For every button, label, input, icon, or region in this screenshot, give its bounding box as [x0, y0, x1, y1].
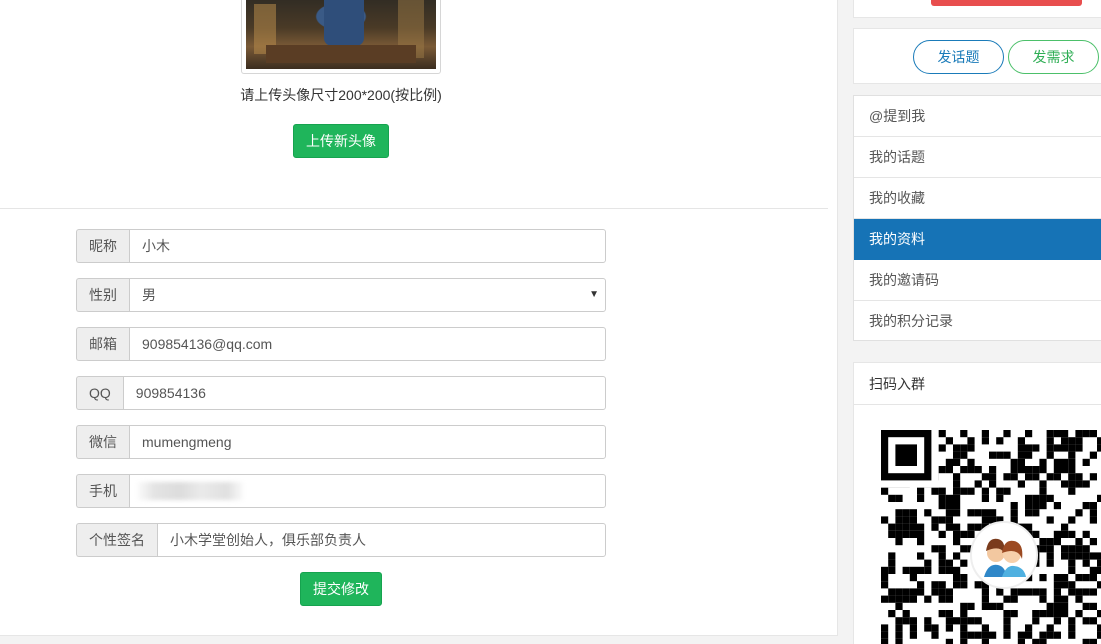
email-label: 邮箱 [76, 327, 129, 361]
qr-title: 扫码入群 [854, 363, 1101, 405]
email-row: 邮箱 909854136@qq.com [76, 327, 606, 361]
qq-label: QQ [76, 376, 123, 410]
red-action-button[interactable] [931, 0, 1082, 6]
nickname-label: 昵称 [76, 229, 129, 263]
avatar-image [246, 0, 436, 69]
phone-input[interactable] [129, 474, 606, 508]
signature-row: 个性签名 小木学堂创始人，俱乐部负责人 [76, 523, 606, 557]
sidebar-item-invite-code[interactable]: 我的邀请码 [854, 260, 1101, 301]
gender-row: 性别 男 ▼ [76, 278, 606, 312]
wechat-input[interactable]: mumengmeng [129, 425, 606, 459]
signature-input[interactable]: 小木学堂创始人，俱乐部负责人 [157, 523, 606, 557]
submit-changes-button[interactable]: 提交修改 [300, 572, 382, 606]
nickname-input[interactable]: 小木 [129, 229, 606, 263]
upload-avatar-button[interactable]: 上传新头像 [293, 124, 389, 158]
sidebar-item-my-profile[interactable]: 我的资料 [854, 219, 1101, 260]
sidebar-actions: 发话题 发需求 [853, 28, 1101, 84]
gender-value: 男 [142, 287, 156, 303]
group-avatar-icon [970, 521, 1038, 589]
gender-label: 性别 [76, 278, 129, 312]
redacted-mask [138, 482, 243, 500]
post-demand-button[interactable]: 发需求 [1008, 40, 1099, 74]
avatar-size-hint: 请上传头像尺寸200*200(按比例) [240, 87, 442, 103]
sidebar-item-my-favorites[interactable]: 我的收藏 [854, 178, 1101, 219]
qq-row: QQ 909854136 [76, 376, 606, 410]
phone-label: 手机 [76, 474, 129, 508]
phone-row: 手机 [76, 474, 606, 508]
wechat-row: 微信 mumengmeng [76, 425, 606, 459]
sidebar-item-my-topics[interactable]: 我的话题 [854, 137, 1101, 178]
avatar-preview [241, 0, 441, 74]
sidebar-menu: @提到我 我的话题 我的收藏 我的资料 我的邀请码 我的积分记录 [853, 95, 1101, 341]
qq-input[interactable]: 909854136 [122, 376, 606, 410]
sidebar-top-card [853, 0, 1101, 18]
qr-card: 扫码入群 [853, 362, 1101, 644]
profile-panel: 请上传头像尺寸200*200(按比例) 上传新头像 昵称 小木 性别 男 ▼ 邮… [0, 0, 838, 636]
sidebar-item-mentions[interactable]: @提到我 [854, 96, 1101, 137]
email-input[interactable]: 909854136@qq.com [129, 327, 606, 361]
wechat-label: 微信 [76, 425, 129, 459]
post-topic-button[interactable]: 发话题 [913, 40, 1004, 74]
nickname-row: 昵称 小木 [76, 229, 606, 263]
signature-label: 个性签名 [76, 523, 157, 557]
gender-select[interactable]: 男 ▼ [129, 278, 606, 312]
sidebar-item-points-log[interactable]: 我的积分记录 [854, 301, 1101, 342]
section-divider [0, 208, 828, 209]
chevron-down-icon: ▼ [589, 289, 599, 300]
